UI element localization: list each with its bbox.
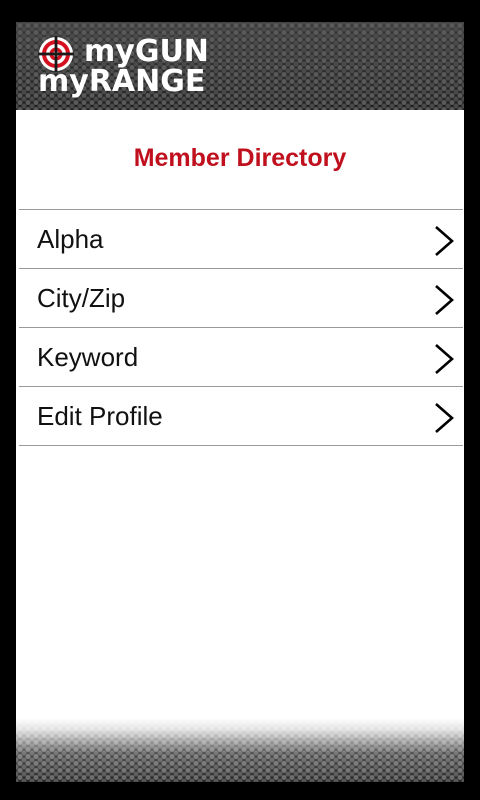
logo-text-myrange: myRANGE <box>38 64 206 99</box>
menu-item-edit-profile[interactable]: Edit Profile <box>19 387 463 446</box>
menu-item-label: City/Zip <box>37 283 126 313</box>
device-frame: myGUN myRANGE Member Directory Alpha Cit… <box>0 0 480 800</box>
chevron-right-icon <box>435 226 454 256</box>
menu-item-label: Alpha <box>37 224 104 254</box>
page-title: Member Directory <box>133 144 347 172</box>
menu-item-keyword[interactable]: Keyword <box>19 328 463 387</box>
directory-menu: Alpha City/Zip Keyword Edit Profile <box>19 209 463 446</box>
app-logo[interactable]: myGUN myRANGE <box>38 34 238 100</box>
menu-item-city-zip[interactable]: City/Zip <box>19 269 463 328</box>
menu-item-alpha[interactable]: Alpha <box>19 210 463 269</box>
menu-item-label: Edit Profile <box>37 401 163 431</box>
app-screen: myGUN myRANGE Member Directory Alpha Cit… <box>16 22 464 782</box>
menu-item-label: Keyword <box>37 342 139 372</box>
chevron-right-icon <box>435 285 454 315</box>
footer-bar <box>16 718 464 782</box>
chevron-right-icon <box>435 344 454 374</box>
header-bar: myGUN myRANGE <box>16 22 464 110</box>
chevron-right-icon <box>435 403 454 433</box>
